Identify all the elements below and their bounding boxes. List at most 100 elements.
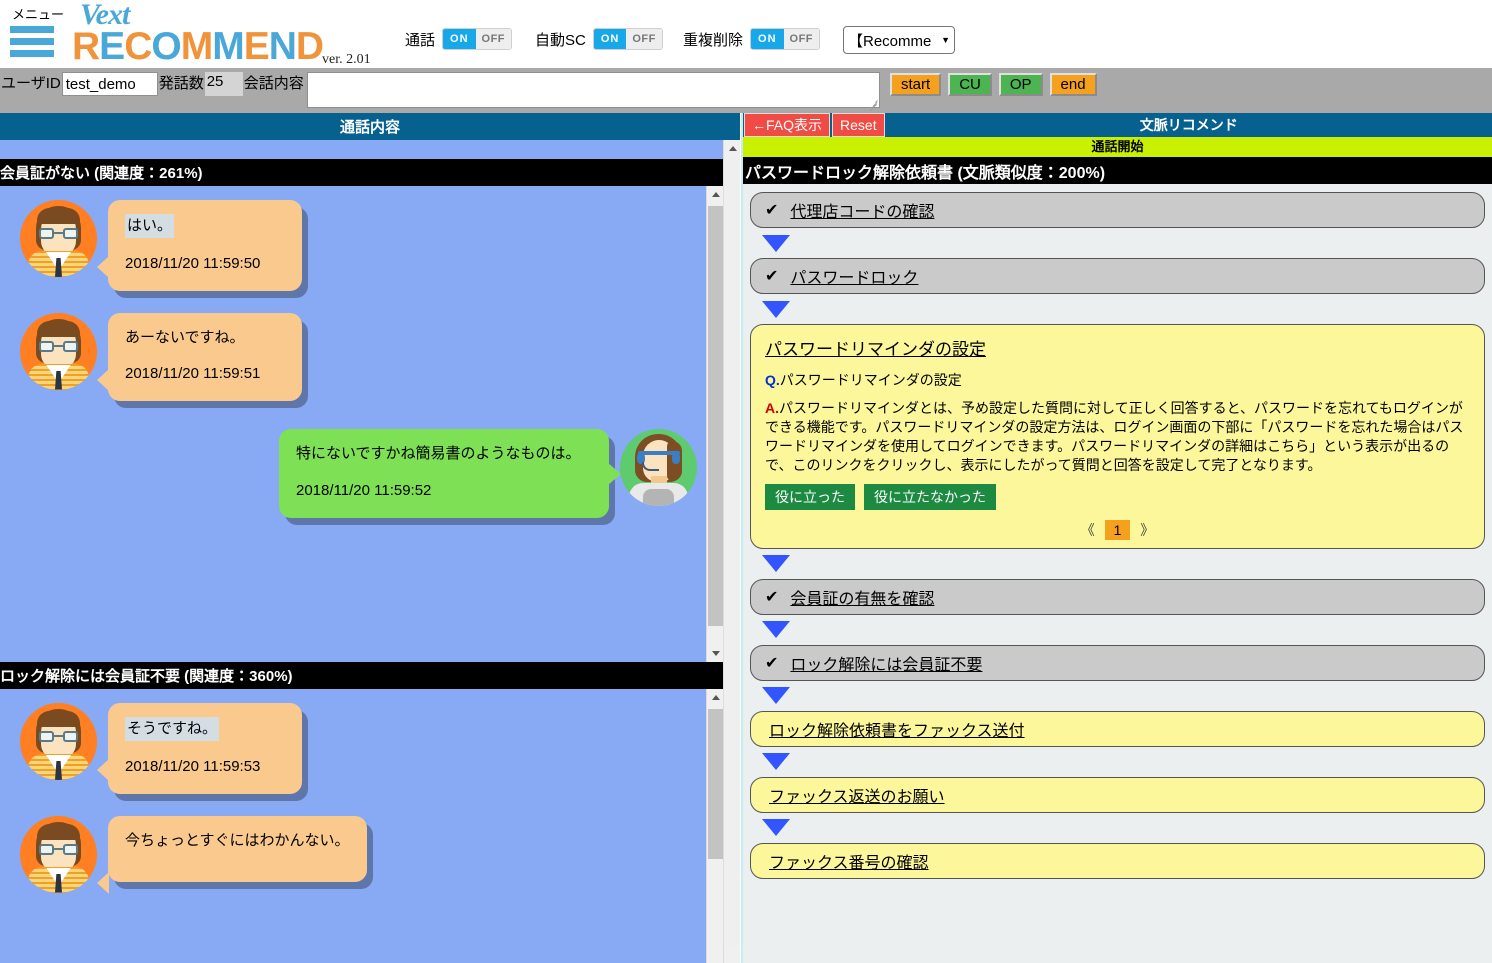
scroll-up-icon[interactable] <box>707 186 723 203</box>
toggle-autosc-label: 自動SC <box>535 31 586 49</box>
check-icon: ✔ <box>765 654 779 672</box>
pagination-next-icon[interactable]: 》 <box>1134 522 1160 538</box>
flow-arrow-icon <box>762 552 796 576</box>
flow-node-fax-number-check[interactable]: ファックス番号の確認 <box>750 842 1485 879</box>
flow-node-fax-return-request[interactable]: ファックス返送のお願い <box>750 776 1485 813</box>
toggle-dedupe-on[interactable]: ON <box>751 29 784 49</box>
form-toolbar: ユーザID 発話数 25 会話内容 start CU OP end <box>0 68 1492 113</box>
flow-node-no-membership-needed[interactable]: ✔ ロック解除には会員証不要 <box>750 644 1485 681</box>
toggle-dedupe-switch[interactable]: ON OFF <box>750 28 821 50</box>
customer-avatar <box>20 312 97 390</box>
scrollbar-thumb[interactable] <box>708 709 723 859</box>
faq-pagination: 《 1 》 <box>765 519 1470 540</box>
flow-node-label[interactable]: ファックス番号の確認 <box>769 849 929 873</box>
start-button[interactable]: start <box>890 73 942 96</box>
chat-text: 特にないですかね簡易書のようなものは。 <box>296 445 581 462</box>
operator-avatar <box>620 429 697 506</box>
logo-recommend-text: RECOMMEND <box>72 25 324 68</box>
chat-timestamp: 2018/11/20 11:59:50 <box>125 254 261 272</box>
flow-arrow-icon <box>762 618 796 642</box>
talk-content-wrap <box>305 72 880 112</box>
conversation-block-scrollbar[interactable] <box>706 186 723 662</box>
menu-block[interactable]: メニュー <box>6 8 76 62</box>
flow-node-label[interactable]: パスワードロック <box>790 264 918 288</box>
conversation-panel: 通話内容 会員証がない (関連度：261%) はい。 2018/11/20 11… <box>0 113 740 963</box>
toggle-call-switch[interactable]: ON OFF <box>442 28 513 50</box>
flow-node-fax-unlock-request[interactable]: ロック解除依頼書をファックス送付 <box>750 710 1485 747</box>
chat-text: そうですね。 <box>125 717 220 741</box>
chat-message: あーないですね。 2018/11/20 11:59:51 <box>0 312 723 401</box>
flow-node-label[interactable]: ロック解除依頼書をファックス送付 <box>769 717 1025 741</box>
hamburger-menu-icon[interactable] <box>6 26 76 57</box>
conversation-block-body: そうですね。 2018/11/20 11:59:53 今ちょっとすぐにはわかんな… <box>0 689 723 963</box>
pagination-page-1[interactable]: 1 <box>1104 519 1131 540</box>
end-button[interactable]: end <box>1049 73 1097 96</box>
conversation-block-scrollbar[interactable] <box>706 689 723 963</box>
app-logo: Vext RECOMMEND <box>72 0 324 68</box>
scroll-up-icon[interactable] <box>707 689 723 706</box>
toggle-autosc[interactable]: 自動SC ON OFF <box>535 28 663 50</box>
conversation-scroll-area: 会員証がない (関連度：261%) はい。 2018/11/20 11:59:5… <box>0 140 740 963</box>
toggle-call-off[interactable]: OFF <box>475 29 512 49</box>
chat-text: 今ちょっとすぐにはわかんない。 <box>125 831 350 849</box>
conversation-block: ロック解除には会員証不要 (関連度：360%) そうですね。 2018/11/2… <box>0 662 723 963</box>
flow-node-agency-code[interactable]: ✔ 代理店コードの確認 <box>750 192 1485 228</box>
recommend-panel: ←FAQ表示 Reset 文脈リコメンド 通話開始 パスワードロック解除依頼書 … <box>741 113 1492 963</box>
resize-grip-icon[interactable] <box>869 99 878 112</box>
scroll-up-icon[interactable] <box>724 140 741 157</box>
chat-text: はい。 <box>125 214 175 238</box>
toggle-call[interactable]: 通話 ON OFF <box>405 28 513 50</box>
scrollbar-thumb[interactable] <box>708 206 723 626</box>
version-label: ver. 2.01 <box>322 52 371 67</box>
faq-answer-card: パスワードリマインダの設定 Q.パスワードリマインダの設定 A.パスワードリマイ… <box>750 324 1485 549</box>
faq-card-title[interactable]: パスワードリマインダの設定 <box>765 335 1470 360</box>
faq-display-button[interactable]: ←FAQ表示 <box>744 113 831 137</box>
call-status-banner: 通話開始 <box>743 137 1492 157</box>
conversation-list: 会員証がない (関連度：261%) はい。 2018/11/20 11:59:5… <box>0 140 723 963</box>
toggle-dedupe-off[interactable]: OFF <box>783 29 820 49</box>
flow-node-label[interactable]: ロック解除には会員証不要 <box>790 651 982 675</box>
faq-answer-text: パスワードリマインダとは、予め設定した質問に対して正しく回答すると、パスワードを… <box>765 400 1464 473</box>
recommend-mode-select[interactable]: 【Recomme ▼ <box>843 26 955 54</box>
helpful-no-button[interactable]: 役に立たなかった <box>864 483 996 510</box>
menu-label: メニュー <box>12 7 65 22</box>
conversation-panel-scrollbar[interactable] <box>723 140 740 963</box>
flow-node-membership-check[interactable]: ✔ 会員証の有無を確認 <box>750 578 1485 615</box>
faq-feedback-row: 役に立った 役に立たなかった <box>765 483 1470 510</box>
faq-answer-marker: A. <box>765 400 779 416</box>
faq-question-line: Q.パスワードリマインダの設定 <box>765 370 1470 390</box>
recommend-flow-list: ✔ 代理店コードの確認 ✔ パスワードロック パスワードリマインダの設定 Q.パ… <box>743 184 1492 963</box>
faq-question-marker: Q. <box>765 372 780 388</box>
toggle-call-label: 通話 <box>405 31 436 49</box>
toggle-autosc-off[interactable]: OFF <box>626 29 662 49</box>
helpful-yes-button[interactable]: 役に立った <box>765 483 855 510</box>
flow-arrow-icon <box>762 816 796 840</box>
chat-bubble: 特にないですかね簡易書のようなものは。 2018/11/20 11:59:52 <box>279 429 621 518</box>
chat-timestamp: 2018/11/20 11:59:52 <box>296 481 432 499</box>
chat-bubble: はい。 2018/11/20 11:59:50 <box>97 200 302 291</box>
chat-bubble: あーないですね。 2018/11/20 11:59:51 <box>97 312 302 401</box>
check-icon: ✔ <box>765 268 779 285</box>
check-icon: ✔ <box>765 202 779 219</box>
toggle-autosc-on[interactable]: ON <box>593 29 627 49</box>
scrollbar-thumb[interactable] <box>725 157 740 947</box>
check-icon: ✔ <box>765 588 779 606</box>
flow-node-label[interactable]: 代理店コードの確認 <box>790 198 934 222</box>
cu-button[interactable]: CU <box>948 73 992 96</box>
toggle-dedupe[interactable]: 重複削除 ON OFF <box>683 28 821 50</box>
call-control-buttons: start CU OP end <box>890 73 1097 96</box>
flow-node-password-lock[interactable]: ✔ パスワードロック <box>750 258 1485 294</box>
reset-button[interactable]: Reset <box>832 113 885 137</box>
userid-input[interactable] <box>61 72 158 96</box>
op-button[interactable]: OP <box>998 73 1043 96</box>
talk-content-label: 会話内容 <box>242 72 305 96</box>
talk-content-input[interactable] <box>306 72 880 108</box>
scroll-down-icon[interactable] <box>707 645 723 662</box>
toggle-autosc-switch[interactable]: ON OFF <box>592 28 663 50</box>
pagination-prev-icon[interactable]: 《 <box>1075 522 1101 538</box>
toggle-call-on[interactable]: ON <box>443 29 476 49</box>
flow-node-label[interactable]: ファックス返送のお願い <box>769 783 945 807</box>
flow-node-label[interactable]: 会員証の有無を確認 <box>790 585 934 609</box>
faq-answer-line: A.パスワードリマインダとは、予め設定した質問に対して正しく回答すると、パスワー… <box>765 399 1470 475</box>
chevron-down-icon: ▼ <box>941 35 950 45</box>
